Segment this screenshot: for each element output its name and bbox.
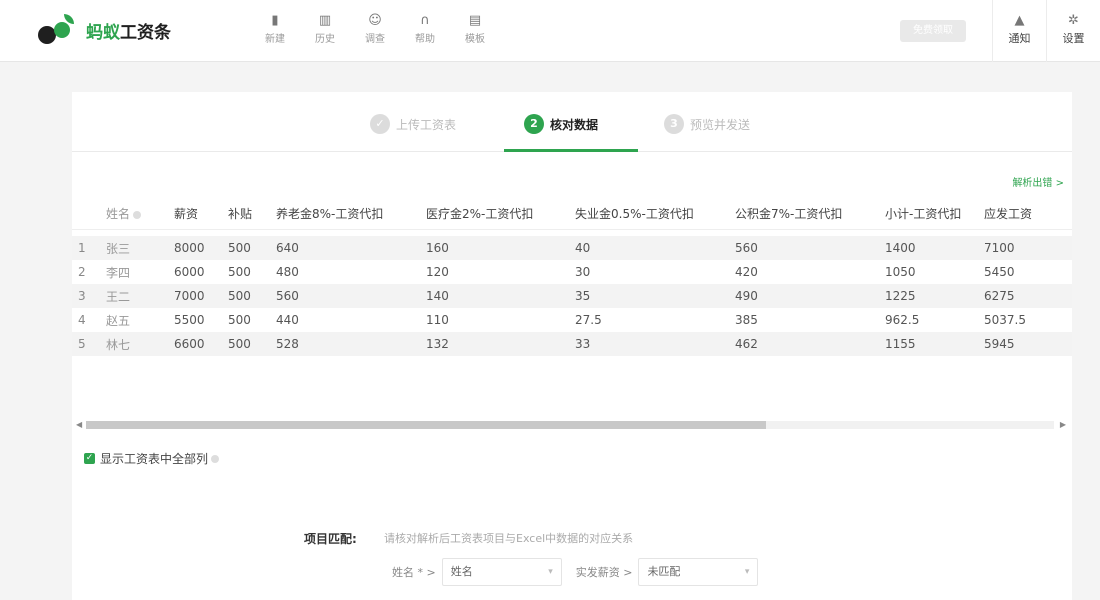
- nav-item-new[interactable]: ▮ 新建: [250, 12, 300, 45]
- parse-error-link[interactable]: 解析出错 >: [1012, 174, 1064, 189]
- info-icon: [211, 454, 220, 463]
- chevron-down-icon: ▾: [744, 567, 750, 577]
- column-header-salary: 薪资: [174, 207, 199, 221]
- app-title: 蚂蚁工资条: [86, 22, 171, 43]
- step-upload[interactable]: ✓ 上传工资表: [370, 108, 456, 140]
- salary-match-select[interactable]: 未匹配 ▾: [638, 558, 759, 586]
- salary-match-label: 实发薪资 >: [575, 566, 633, 579]
- active-step-underline: [504, 149, 638, 152]
- step-number: 2: [524, 114, 544, 134]
- survey-icon: ☺: [368, 13, 382, 28]
- nav-item-history[interactable]: ▥ 历史: [300, 12, 350, 45]
- step-number: 3: [664, 114, 684, 134]
- column-header-name[interactable]: 姓名: [106, 205, 142, 222]
- scrollbar-thumb[interactable]: [86, 421, 766, 429]
- check-icon: ✓: [370, 114, 390, 134]
- step-indicator: ✓ 上传工资表 2 核对数据 3 预览并发送: [72, 104, 1072, 152]
- show-all-columns[interactable]: ✓ 显示工资表中全部列: [84, 450, 220, 467]
- scroll-right-icon[interactable]: ▶: [1060, 420, 1066, 430]
- horizontal-scrollbar[interactable]: ◀ ▶: [76, 420, 1066, 430]
- checkbox-checked-icon[interactable]: ✓: [84, 453, 95, 464]
- free-get-button[interactable]: 免费领取: [900, 20, 966, 42]
- main-nav: ▮ 新建 ▥ 历史 ☺ 调查 ∩ 帮助 ▤ 模板: [250, 12, 500, 45]
- column-header-gross-pay: 应发工资: [984, 207, 1033, 221]
- template-icon: ▤: [468, 13, 482, 28]
- settings-button[interactable]: ✲ 设置: [1046, 0, 1100, 62]
- name-match-select[interactable]: 姓名 ▾: [441, 558, 562, 586]
- table-header-row: 姓名 薪资 补贴 养老金8%-工资代扣 医疗金2%-工资代扣 失业金0.5%-工…: [72, 198, 1072, 230]
- app-logo[interactable]: 蚂蚁工资条: [38, 14, 171, 46]
- name-match-label: 姓名 * >: [392, 566, 436, 579]
- notify-button[interactable]: ▲ 通知: [992, 0, 1046, 62]
- new-icon: ▮: [271, 13, 279, 28]
- step-preview-send[interactable]: 3 预览并发送: [664, 108, 750, 140]
- field-match-row: 姓名 * > 姓名 ▾ 实发薪资 > 未匹配 ▾: [392, 558, 772, 586]
- column-header-subtotal: 小计-工资代扣: [885, 207, 962, 221]
- top-bar: 蚂蚁工资条 ▮ 新建 ▥ 历史 ☺ 调查 ∩ 帮助 ▤ 模板 免费领取 ▲ 通知: [0, 0, 1100, 62]
- gear-icon: ✲: [1068, 13, 1079, 28]
- table-row: 5 林七 6600 500 528 132 33 462 1155 5945: [72, 332, 1072, 356]
- table-row: 3 王二 7000 500 560 140 35 490 1225 6275: [72, 284, 1072, 308]
- bell-icon: ▲: [1014, 13, 1025, 28]
- main-card: ✓ 上传工资表 2 核对数据 3 预览并发送 解析出错 > 姓名 薪资 补贴 养…: [72, 92, 1072, 600]
- column-header-housing-fund: 公积金7%-工资代扣: [735, 207, 843, 221]
- table-row: 2 李四 6000 500 480 120 30 420 1050 5450: [78, 265, 1015, 280]
- step-verify[interactable]: 2 核对数据: [524, 108, 598, 140]
- history-icon: ▥: [318, 13, 332, 28]
- column-header-unemployment: 失业金0.5%-工资代扣: [575, 207, 694, 221]
- match-title: 项目匹配:: [304, 532, 357, 546]
- column-header-pension: 养老金8%-工资代扣: [276, 207, 384, 221]
- nav-item-survey[interactable]: ☺ 调查: [350, 12, 400, 45]
- match-hint: 请核对解析后工资表项目与Excel中数据的对应关系: [384, 532, 634, 545]
- nav-item-help[interactable]: ∩ 帮助: [400, 12, 450, 45]
- chevron-down-icon: ▾: [548, 567, 553, 577]
- help-icon: ∩: [420, 13, 430, 28]
- info-icon: [133, 210, 142, 219]
- column-header-medical: 医疗金2%-工资代扣: [426, 207, 534, 221]
- scroll-left-icon[interactable]: ◀: [76, 420, 82, 430]
- nav-item-template[interactable]: ▤ 模板: [450, 12, 500, 45]
- column-header-subsidy: 补贴: [228, 207, 253, 221]
- table-row: 1 张三 8000 500 640 160 40 560 1400 7100: [72, 236, 1072, 260]
- header-actions: ▲ 通知 ✲ 设置: [992, 0, 1100, 62]
- ant-logo-icon: [38, 14, 82, 46]
- table-row: 4 赵五 5500 500 440 110 27.5 385 962.5 503…: [78, 313, 1026, 328]
